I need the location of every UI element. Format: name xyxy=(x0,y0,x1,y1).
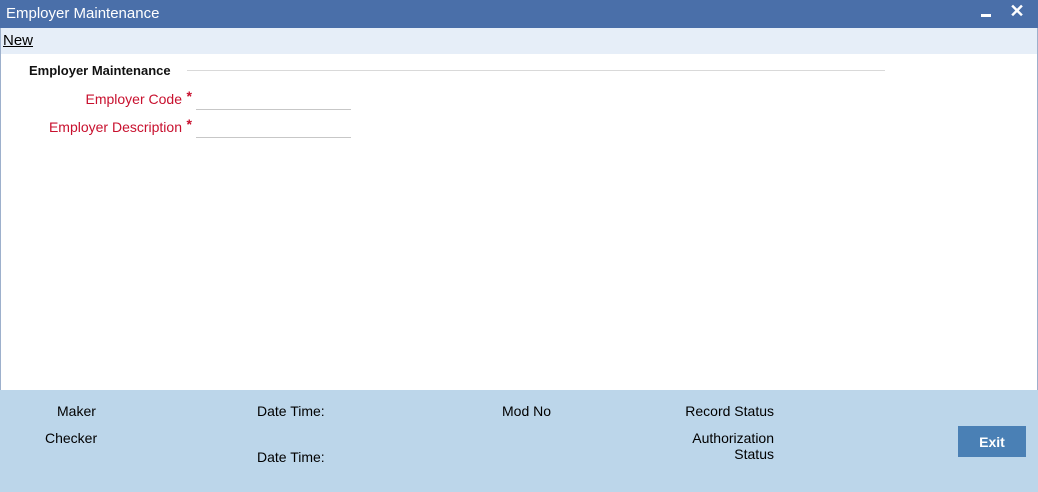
section-title: Employer Maintenance xyxy=(29,63,171,78)
window-titlebar: Employer Maintenance ✕ xyxy=(0,0,1038,28)
main-content: Employer Maintenance Employer Code * Emp… xyxy=(0,54,1038,390)
employer-description-input[interactable] xyxy=(196,116,351,138)
close-icon[interactable]: ✕ xyxy=(1006,1,1028,25)
employer-code-input[interactable] xyxy=(196,88,351,110)
maker-datetime-label: Date Time: xyxy=(257,403,325,419)
checker-label: Checker xyxy=(45,430,98,446)
employer-code-label: Employer Code * xyxy=(85,88,193,107)
authorization-status-label-2: Status xyxy=(734,446,774,462)
toolbar: New xyxy=(0,28,1038,54)
audit-footer: Maker Checker Date Time: Date Time: Mod … xyxy=(0,390,1038,492)
new-link[interactable]: New xyxy=(3,32,33,49)
minimize-icon[interactable] xyxy=(975,1,997,25)
required-marker: * xyxy=(186,116,192,132)
checker-datetime-label: Date Time: xyxy=(257,449,325,465)
maker-label: Maker xyxy=(57,403,96,419)
section-divider xyxy=(187,70,885,71)
employer-description-label: Employer Description * xyxy=(48,116,192,135)
record-status-label: Record Status xyxy=(685,403,774,419)
window-title: Employer Maintenance xyxy=(6,5,160,22)
mod-no-label: Mod No xyxy=(502,403,552,419)
required-marker: * xyxy=(186,88,192,104)
exit-button[interactable]: Exit xyxy=(958,426,1026,457)
authorization-status-label: Authorization xyxy=(692,430,774,446)
